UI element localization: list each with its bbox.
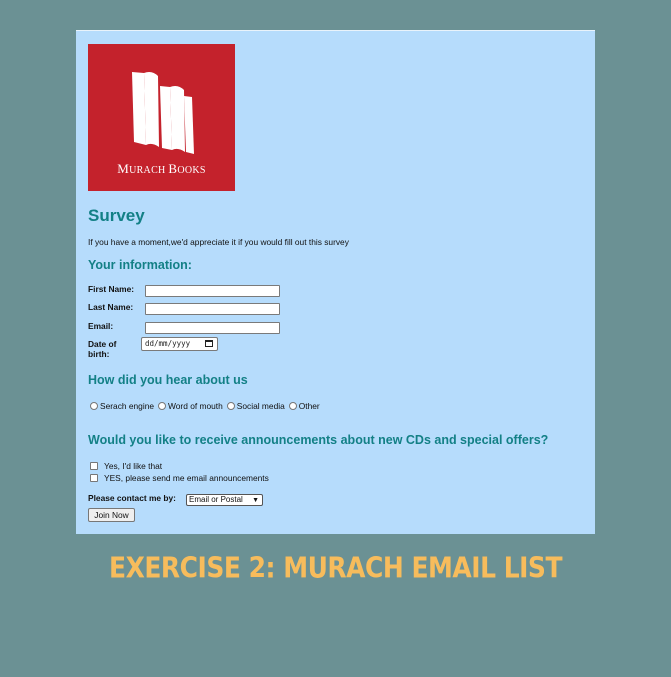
first-name-input[interactable] (145, 285, 280, 297)
radio-button[interactable] (158, 402, 167, 410)
radio-option-word-of-mouth[interactable]: Word of mouth (158, 401, 223, 411)
date-of-birth-input[interactable]: dd/mm/yyyy (141, 337, 218, 351)
date-placeholder: dd/mm/yyyy (145, 339, 191, 348)
radio-button[interactable] (90, 402, 98, 410)
survey-intro: If you have a moment,we'd appreciate it … (88, 237, 349, 247)
your-information-heading: Your information: (88, 258, 192, 272)
date-of-birth-label: Date of birth: (88, 339, 117, 359)
radio-button[interactable] (226, 402, 235, 410)
hear-about-heading: How did you hear about us (88, 373, 248, 387)
radio-option-social-media[interactable]: Social media (226, 401, 285, 411)
checkbox-yes-like-that[interactable]: Yes, I'd like that (90, 461, 162, 471)
murach-books-logo: MURACH BOOKS (88, 44, 235, 191)
exercise-caption: EXERCISE 2: MURACH EMAIL LIST (109, 550, 563, 585)
radio-button[interactable] (288, 402, 297, 410)
announcements-heading: Would you like to receive announcements … (88, 433, 549, 447)
logo-wordmark: MURACH BOOKS (117, 161, 206, 176)
last-name-label: Last Name: (88, 302, 134, 312)
checkbox[interactable] (90, 474, 98, 482)
checkbox[interactable] (90, 462, 98, 470)
calendar-icon[interactable] (205, 340, 213, 347)
first-name-label: First Name: (88, 284, 135, 294)
last-name-input[interactable] (145, 303, 280, 315)
contact-method-select[interactable]: Email or Postal ▼ (186, 494, 263, 506)
join-now-button[interactable]: Join Now (88, 508, 135, 522)
radio-option-other[interactable]: Other (288, 401, 320, 411)
survey-page: MURACH BOOKS Survey If you have a moment… (76, 30, 595, 534)
chevron-down-icon: ▼ (252, 497, 259, 504)
referral-radio-group: Serach engine Word of mouth Social media… (90, 401, 324, 411)
survey-title: Survey (88, 206, 145, 225)
email-label: Email: (88, 321, 114, 331)
checkbox-email-announcements[interactable]: YES, please send me email announcements (90, 473, 269, 483)
email-input[interactable] (145, 322, 280, 334)
radio-option-search-engine[interactable]: Serach engine (90, 401, 154, 411)
contact-method-label: Please contact me by: (88, 493, 176, 503)
